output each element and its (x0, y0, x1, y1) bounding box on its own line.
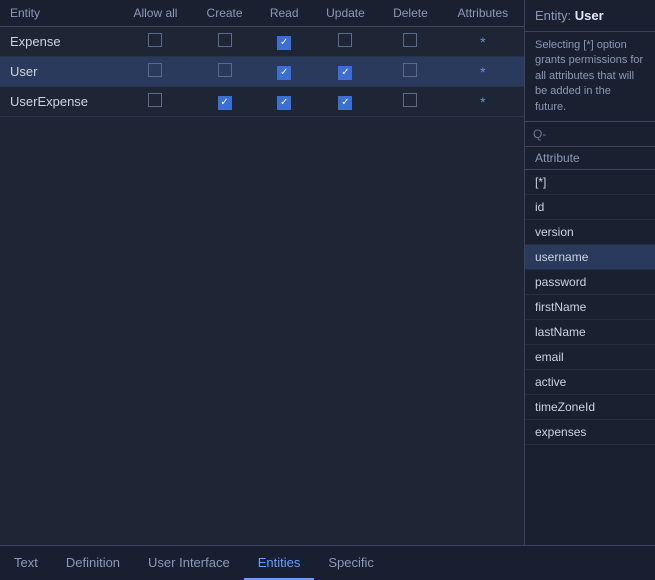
cell-create[interactable] (192, 27, 256, 57)
attribute-item[interactable]: version (525, 220, 655, 245)
cell-create[interactable] (192, 87, 256, 117)
col-allow-all: Allow all (118, 0, 192, 27)
table-row[interactable]: User * (0, 57, 524, 87)
checkbox-allow-all[interactable] (148, 93, 162, 107)
checkbox-update[interactable] (338, 33, 352, 47)
entity-description: Selecting [*] option grants permissions … (525, 32, 655, 122)
entity-name-text: User (575, 8, 604, 23)
attribute-item[interactable]: username (525, 245, 655, 270)
bottom-tabs: TextDefinitionUser InterfaceEntitiesSpec… (0, 545, 655, 580)
right-panel: Entity: User Selecting [*] option grants… (525, 0, 655, 545)
checkbox-read[interactable] (277, 96, 291, 110)
tab-text[interactable]: Text (0, 547, 52, 580)
tab-definition[interactable]: Definition (52, 547, 134, 580)
attribute-item[interactable]: password (525, 270, 655, 295)
attribute-list: [*]idversionusernamepasswordfirstNamelas… (525, 170, 655, 545)
main-area: Entity Allow all Create Read Update Dele… (0, 0, 655, 545)
cell-delete[interactable] (379, 57, 442, 87)
checkbox-read[interactable] (277, 36, 291, 50)
col-create: Create (192, 0, 256, 27)
checkbox-allow-all[interactable] (148, 63, 162, 77)
cell-update[interactable] (312, 57, 379, 87)
cell-update[interactable] (312, 87, 379, 117)
tab-user-interface[interactable]: User Interface (134, 547, 244, 580)
tab-entities[interactable]: Entities (244, 547, 315, 580)
checkbox-delete[interactable] (403, 33, 417, 47)
checkbox-delete[interactable] (403, 93, 417, 107)
attribute-header-row: Attribute (525, 147, 655, 170)
table-row[interactable]: Expense * (0, 27, 524, 57)
tab-specific[interactable]: Specific (314, 547, 388, 580)
col-attributes: Attributes (442, 0, 524, 27)
attribute-column-label: Attribute (535, 151, 645, 165)
attribute-item[interactable]: active (525, 370, 655, 395)
col-delete: Delete (379, 0, 442, 27)
col-entity: Entity (0, 0, 118, 27)
cell-read[interactable] (257, 57, 312, 87)
attribute-item[interactable]: firstName (525, 295, 655, 320)
checkbox-delete[interactable] (403, 63, 417, 77)
cell-entity: Expense (0, 27, 118, 57)
attribute-item[interactable]: lastName (525, 320, 655, 345)
cell-delete[interactable] (379, 27, 442, 57)
cell-delete[interactable] (379, 87, 442, 117)
cell-update[interactable] (312, 27, 379, 57)
permissions-table: Entity Allow all Create Read Update Dele… (0, 0, 524, 117)
checkbox-update[interactable] (338, 66, 352, 80)
attribute-item[interactable]: [*] (525, 170, 655, 195)
table-area: Entity Allow all Create Read Update Dele… (0, 0, 525, 545)
cell-allow-all[interactable] (118, 27, 192, 57)
cell-entity: UserExpense (0, 87, 118, 117)
cell-read[interactable] (257, 27, 312, 57)
attribute-search-row[interactable]: Q- (525, 122, 655, 147)
entity-header: Entity: User (525, 0, 655, 32)
cell-allow-all[interactable] (118, 87, 192, 117)
cell-entity: User (0, 57, 118, 87)
cell-attributes[interactable]: * (442, 27, 524, 57)
attribute-item[interactable]: expenses (525, 420, 655, 445)
cell-allow-all[interactable] (118, 57, 192, 87)
attribute-item[interactable]: id (525, 195, 655, 220)
table-header-row: Entity Allow all Create Read Update Dele… (0, 0, 524, 27)
checkbox-update[interactable] (338, 96, 352, 110)
cell-attributes[interactable]: * (442, 57, 524, 87)
checkbox-create[interactable] (218, 63, 232, 77)
col-read: Read (257, 0, 312, 27)
checkbox-create[interactable] (218, 33, 232, 47)
attribute-item[interactable]: timeZoneId (525, 395, 655, 420)
checkbox-create[interactable] (218, 96, 232, 110)
table-row[interactable]: UserExpense * (0, 87, 524, 117)
checkbox-allow-all[interactable] (148, 33, 162, 47)
entity-label-text: Entity: (535, 8, 571, 23)
search-icon: Q- (533, 127, 546, 141)
cell-read[interactable] (257, 87, 312, 117)
cell-create[interactable] (192, 57, 256, 87)
cell-attributes[interactable]: * (442, 87, 524, 117)
checkbox-read[interactable] (277, 66, 291, 80)
description-text: Selecting [*] option grants permissions … (535, 39, 643, 113)
col-update: Update (312, 0, 379, 27)
attribute-item[interactable]: email (525, 345, 655, 370)
